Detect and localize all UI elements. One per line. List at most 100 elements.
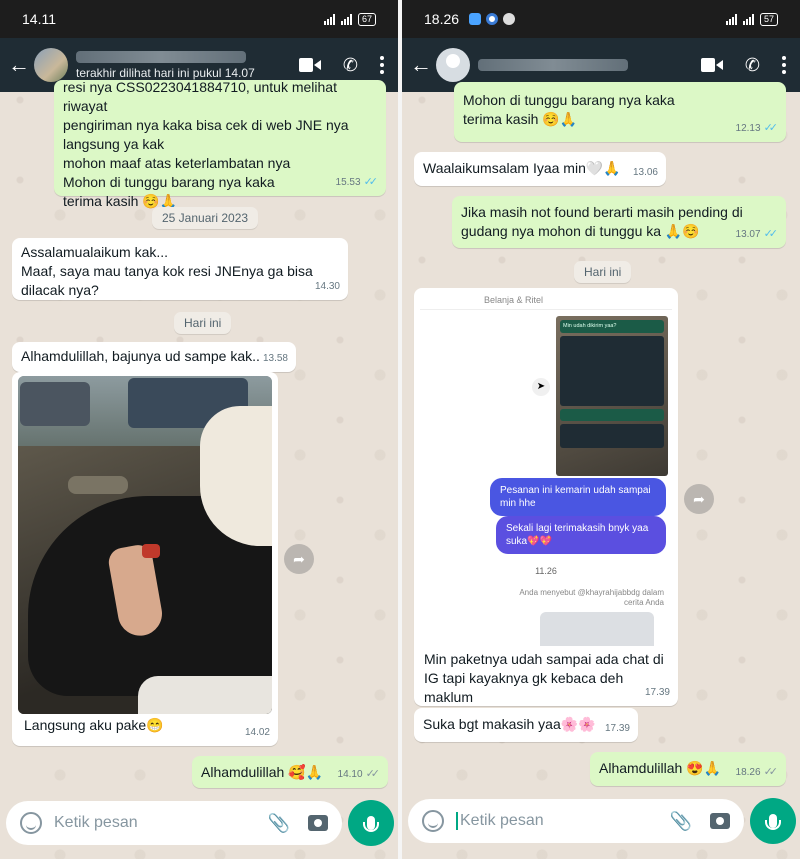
message-bubble-outgoing[interactable]: Mohon di tunggu barang nya kaka terima k… [454, 82, 786, 142]
message-line: dilacak nya? [21, 282, 99, 298]
mic-icon [765, 814, 781, 830]
status-time: 18.26 [424, 11, 460, 27]
image-caption: Langsung aku pake😁 [24, 717, 164, 733]
status-bar: 18.26 57 [402, 0, 800, 38]
video-call-icon[interactable] [298, 58, 321, 72]
message-time: 12.13 [735, 123, 761, 134]
attach-icon[interactable]: 📎 [268, 813, 290, 834]
message-input[interactable]: Ketik pesan 📎 [6, 801, 342, 845]
signal-icon-2 [742, 13, 754, 25]
ig-message: Sekali lagi terimakasih bnyk yaa suka💖💖 [496, 516, 666, 554]
left-chat-screen: 14.11 67 ← terakhir dilihat hari ini puk… [0, 0, 398, 859]
message-time: 13.06 [632, 167, 658, 178]
delivered-ticks-icon: ✓✓ [365, 768, 381, 780]
message-text: Waalaikumsalam Iyaa min🤍🙏 [423, 160, 621, 176]
story-preview [540, 612, 654, 646]
date-separator-today: Hari ini [574, 261, 632, 283]
more-options-icon[interactable] [380, 56, 384, 74]
mini-chat-preview: Min udah dikirim yaa? [556, 316, 668, 476]
message-line: Mohon di tunggu barang nya kaka [63, 174, 275, 190]
photo-attachment[interactable] [18, 376, 272, 714]
message-line: IG tapi kayaknya gk kebaca deh maklum [424, 670, 624, 705]
message-line: pengiriman nya kaka bisa cek di web JNE … [63, 117, 349, 133]
video-call-icon[interactable] [700, 58, 723, 72]
contact-avatar[interactable] [34, 48, 68, 82]
message-line: resi nya CSS0223041884710, untuk melihat… [63, 79, 337, 114]
attach-icon[interactable]: 📎 [670, 811, 692, 832]
contact-avatar[interactable] [436, 48, 470, 82]
message-input-bar: Ketik pesan 📎 [402, 795, 800, 847]
message-line: Min paketnya udah sampai ada chat di [424, 651, 664, 667]
message-text: Alhamdulillah, bajunya ud sampe kak.. [21, 348, 260, 364]
message-bubble-outgoing[interactable]: Alhamdulillah 😍🙏 18.26 ✓✓ [590, 752, 786, 786]
message-time: 17.39 [604, 723, 630, 734]
contact-number-blurred [478, 59, 628, 71]
mic-button[interactable] [348, 800, 394, 846]
message-time: 13.58 [262, 353, 288, 364]
back-arrow-icon[interactable]: ← [8, 52, 30, 78]
signal-icon [725, 13, 737, 25]
mini-chat-title: Min udah dikirim yaa? [560, 320, 664, 333]
battery-icon: 57 [759, 12, 778, 26]
input-placeholder: Ketik pesan [54, 814, 138, 831]
message-bubble-incoming[interactable]: Waalaikumsalam Iyaa min🤍🙏 13.06 [414, 152, 666, 186]
message-line: mohon maaf atas keterlambatan nya [63, 155, 291, 171]
status-time: 14.11 [22, 11, 56, 27]
contact-info[interactable] [478, 59, 701, 71]
message-bubble-outgoing[interactable]: Jika masih not found berarti masih pendi… [452, 196, 786, 248]
message-time: 15.53 [335, 177, 361, 188]
message-text: Alhamdulillah 😍🙏 [599, 760, 722, 776]
message-text: Alhamdulillah 🥰🙏 [201, 764, 324, 780]
mic-icon [363, 816, 379, 832]
read-ticks-icon: ✓✓ [763, 122, 779, 134]
forward-icon[interactable]: ➦ [284, 544, 314, 574]
signal-icon-2 [340, 13, 352, 25]
status-icons: 67 [323, 12, 376, 26]
message-time: 18.26 [735, 767, 761, 778]
message-bubble-incoming[interactable]: Alhamdulillah, bajunya ud sampe kak.. 13… [12, 342, 296, 372]
forward-icon[interactable]: ➦ [684, 484, 714, 514]
emoji-icon[interactable] [422, 810, 444, 832]
message-bubble-incoming[interactable]: Suka bgt makasih yaa🌸🌸 17.39 [414, 708, 638, 742]
message-line: Jika masih not found berarti masih pendi… [461, 204, 743, 220]
back-arrow-icon[interactable]: ← [410, 52, 432, 78]
message-input[interactable]: Ketik pesan 📎 [408, 799, 744, 843]
screenshot-header: Belanja & Ritel [420, 292, 672, 310]
contact-name-blurred [76, 50, 246, 63]
ig-mention-note: Anda menyebut @khayrahijabbdg dalam ceri… [519, 588, 664, 607]
status-icons: 57 [725, 12, 778, 26]
phone-call-icon[interactable]: ✆ [745, 55, 760, 76]
contact-info[interactable]: terakhir dilihat hari ini pukul 14.07 [76, 50, 299, 80]
message-time: 17.39 [644, 687, 670, 698]
signal-icon [323, 13, 335, 25]
message-bubble-outgoing[interactable]: Alhamdulillah 🥰🙏 14.10 ✓✓ [192, 756, 388, 788]
battery-icon: 67 [357, 12, 376, 26]
screenshot-attachment[interactable]: Belanja & Ritel Min udah dikirim yaa? ➤ … [420, 292, 672, 646]
message-time: 13.07 [735, 229, 761, 240]
send-icon: ➤ [532, 378, 550, 396]
phone-call-icon[interactable]: ✆ [343, 55, 358, 76]
message-line: gudang nya mohon di tunggu ka 🙏☺️ [461, 223, 700, 239]
ig-time: 11.26 [535, 566, 557, 576]
message-line: Maaf, saya mau tanya kok resi JNEnya ga … [21, 263, 313, 279]
text-cursor [456, 812, 458, 830]
camera-icon[interactable] [308, 815, 328, 831]
message-bubble-incoming[interactable]: Assalamualaikum kak... Maaf, saya mau ta… [12, 238, 348, 300]
message-time: 14.30 [314, 281, 340, 292]
read-ticks-icon: ✓✓ [763, 228, 779, 240]
message-bubble-outgoing[interactable]: resi nya CSS0223041884710, untuk melihat… [54, 79, 386, 209]
message-time: 14.10 [337, 769, 363, 780]
message-input-bar: Ketik pesan 📎 [0, 797, 398, 849]
more-options-icon[interactable] [782, 56, 786, 74]
ig-message: Pesanan ini kemarin udah sampai min hhe [490, 478, 666, 516]
emoji-icon[interactable] [20, 812, 42, 834]
delivered-ticks-icon: ✓✓ [763, 766, 779, 778]
message-line: Assalamualaikum kak... [21, 244, 169, 260]
status-bar: 14.11 67 [0, 0, 398, 38]
message-text: Suka bgt makasih yaa🌸🌸 [423, 716, 596, 732]
camera-icon[interactable] [710, 813, 730, 829]
message-time: 14.02 [244, 727, 270, 738]
mic-button[interactable] [750, 798, 796, 844]
date-separator: 25 Januari 2023 [152, 207, 259, 229]
message-line: terima kasih ☺️🙏 [463, 111, 578, 127]
